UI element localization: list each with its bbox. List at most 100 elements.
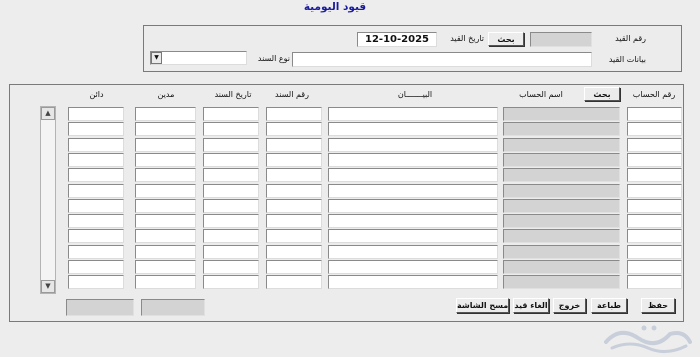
debit-cell[interactable]: [135, 138, 196, 152]
debit-cell[interactable]: [135, 168, 196, 182]
dropdown-arrow-icon[interactable]: ▼: [151, 52, 162, 64]
doc-number-cell[interactable]: [266, 229, 322, 243]
description-cell[interactable]: [328, 168, 498, 182]
haraj-watermark-icon: [604, 325, 692, 353]
debit-cell[interactable]: [135, 199, 196, 213]
credit-cell[interactable]: [68, 260, 124, 274]
debit-cell[interactable]: [135, 214, 196, 228]
entry-date-label: تاريخ القيد: [450, 34, 484, 43]
account-name-cell: [503, 245, 620, 259]
description-cell[interactable]: [328, 260, 498, 274]
grid-search-button[interactable]: بحث: [584, 87, 620, 101]
debit-cell[interactable]: [135, 275, 196, 289]
account-number-cell[interactable]: [627, 245, 682, 259]
description-cell[interactable]: [328, 138, 498, 152]
account-name-cell: [503, 229, 620, 243]
credit-cell[interactable]: [68, 245, 124, 259]
doc-number-cell[interactable]: [266, 260, 322, 274]
doc-date-cell[interactable]: [203, 168, 259, 182]
account-number-cell[interactable]: [627, 260, 682, 274]
credit-cell[interactable]: [68, 168, 124, 182]
entry-date-field[interactable]: 12-10-2025: [357, 32, 437, 47]
doc-date-cell[interactable]: [203, 184, 259, 198]
doc-date-cell[interactable]: [203, 245, 259, 259]
account-number-cell[interactable]: [627, 275, 682, 289]
description-cell[interactable]: [328, 122, 498, 136]
account-name-cell: [503, 214, 620, 228]
cancel-entry-button[interactable]: الغاء قيد: [513, 298, 549, 313]
description-cell[interactable]: [328, 214, 498, 228]
debit-cell[interactable]: [135, 153, 196, 167]
debit-cell[interactable]: [135, 107, 196, 121]
account-number-cell[interactable]: [627, 229, 682, 243]
doc-date-cell[interactable]: [203, 199, 259, 213]
description-cell[interactable]: [328, 184, 498, 198]
description-cell[interactable]: [328, 153, 498, 167]
credit-total-field: [66, 299, 134, 316]
account-number-cell[interactable]: [627, 138, 682, 152]
description-cell[interactable]: [328, 199, 498, 213]
doc-number-cell[interactable]: [266, 275, 322, 289]
doc-number-cell[interactable]: [266, 107, 322, 121]
doc-number-cell[interactable]: [266, 153, 322, 167]
entry-details-label: بيانات القيد: [608, 55, 646, 64]
doc-number-cell[interactable]: [266, 122, 322, 136]
col-header-debit: مدين: [157, 90, 175, 99]
doc-date-cell[interactable]: [203, 260, 259, 274]
doc-date-cell[interactable]: [203, 153, 259, 167]
account-name-cell: [503, 168, 620, 182]
window-title: قيود اليومية: [303, 1, 367, 13]
entry-number-field[interactable]: [530, 32, 592, 47]
doc-number-cell[interactable]: [266, 184, 322, 198]
debit-cell[interactable]: [135, 184, 196, 198]
account-name-cell: [503, 260, 620, 274]
doc-number-cell[interactable]: [266, 245, 322, 259]
doc-number-cell[interactable]: [266, 168, 322, 182]
print-button[interactable]: طباعة: [591, 298, 627, 313]
account-number-cell[interactable]: [627, 184, 682, 198]
entry-details-field[interactable]: [292, 52, 592, 67]
credit-cell[interactable]: [68, 214, 124, 228]
doc-date-cell[interactable]: [203, 107, 259, 121]
description-cell[interactable]: [328, 275, 498, 289]
account-name-cell: [503, 107, 620, 121]
credit-cell[interactable]: [68, 199, 124, 213]
credit-cell[interactable]: [68, 107, 124, 121]
save-button[interactable]: حفظ: [641, 298, 675, 313]
credit-cell[interactable]: [68, 275, 124, 289]
doc-type-select[interactable]: [150, 51, 247, 65]
credit-cell[interactable]: [68, 138, 124, 152]
entry-search-button[interactable]: بحث: [488, 32, 524, 46]
description-cell[interactable]: [328, 229, 498, 243]
doc-number-cell[interactable]: [266, 199, 322, 213]
scroll-down-icon[interactable]: ▼: [41, 280, 55, 293]
exit-button[interactable]: خروج: [553, 298, 586, 313]
account-number-cell[interactable]: [627, 122, 682, 136]
description-cell[interactable]: [328, 107, 498, 121]
doc-date-cell[interactable]: [203, 229, 259, 243]
account-number-cell[interactable]: [627, 214, 682, 228]
credit-cell[interactable]: [68, 122, 124, 136]
account-number-cell[interactable]: [627, 168, 682, 182]
doc-date-cell[interactable]: [203, 122, 259, 136]
credit-cell[interactable]: [68, 184, 124, 198]
debit-cell[interactable]: [135, 260, 196, 274]
grid-scrollbar[interactable]: [40, 106, 56, 294]
doc-number-cell[interactable]: [266, 138, 322, 152]
doc-number-cell[interactable]: [266, 214, 322, 228]
doc-date-cell[interactable]: [203, 275, 259, 289]
debit-cell[interactable]: [135, 245, 196, 259]
doc-date-cell[interactable]: [203, 214, 259, 228]
scroll-up-icon[interactable]: ▲: [41, 107, 55, 120]
credit-cell[interactable]: [68, 229, 124, 243]
account-number-cell[interactable]: [627, 153, 682, 167]
credit-cell[interactable]: [68, 153, 124, 167]
debit-cell[interactable]: [135, 122, 196, 136]
description-cell[interactable]: [328, 245, 498, 259]
doc-date-cell[interactable]: [203, 138, 259, 152]
debit-cell[interactable]: [135, 229, 196, 243]
account-number-cell[interactable]: [627, 107, 682, 121]
clear-screen-button[interactable]: مسح الشاشة: [456, 298, 509, 313]
account-number-cell[interactable]: [627, 199, 682, 213]
account-name-cell: [503, 153, 620, 167]
